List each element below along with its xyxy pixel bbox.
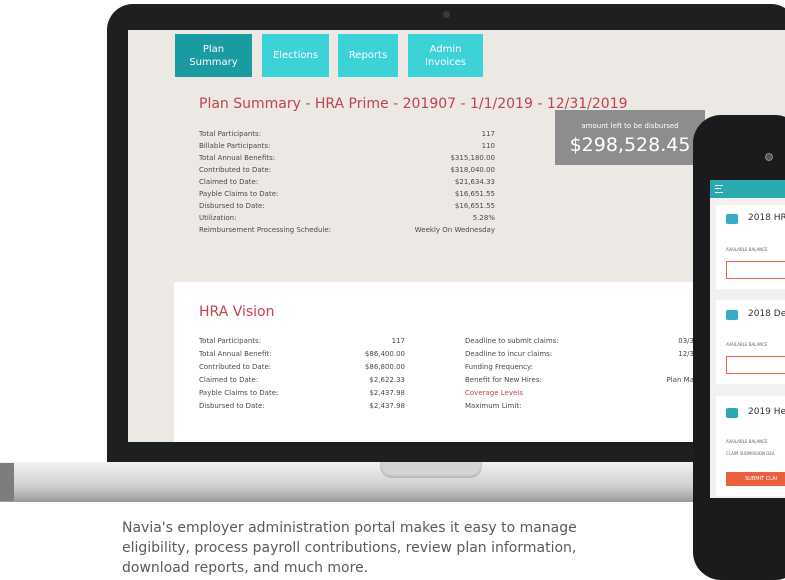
plan-summary-row-value: $318,040.00 (450, 166, 495, 174)
phone-camera (765, 153, 773, 161)
hra-vision-row-label: Funding Frequency: (465, 363, 534, 371)
plan-summary-row-label: Reimbursement Processing Schedule: (199, 226, 331, 234)
tab-admin-invoices[interactable]: Admin Invoices (408, 34, 483, 77)
hra-vision-row-label: Maximum Limit: (465, 402, 522, 410)
hra-vision-row-label: Total Participants: (199, 337, 262, 345)
phone-card-claim-deadline-label: CLAIM SUBMISSION DEA (726, 451, 775, 456)
phone-card-2018-dependent[interactable]: 2018 De AVAILABLE BALANCE (716, 300, 785, 384)
laptop-notch (380, 462, 482, 478)
laptop-base-edge (0, 463, 14, 501)
hra-vision-row-label: Benefit for New Hires: (465, 376, 542, 384)
plan-summary-row-value: 117 (481, 130, 495, 138)
phone-card-balance-label: AVAILABLE BALANCE (726, 439, 768, 444)
hra-vision-row-value: $2,622.33 (369, 376, 405, 384)
phone-card-title: 2018 HR (748, 213, 785, 223)
plan-summary-row-label: Utilization: (199, 214, 237, 222)
amount-left-box: amount left to be disbursed $298,528.45 (555, 110, 705, 165)
laptop-camera (443, 11, 450, 18)
plan-summary-row-label: Claimed to Date: (199, 178, 259, 186)
coverage-levels-link[interactable]: Coverage Levels (465, 389, 523, 397)
phone-card-title: 2019 He (748, 407, 785, 417)
plan-summary-row-label: Total Annual Benefits: (199, 154, 276, 162)
phone-app-header (710, 180, 785, 198)
phone-card-balance-label: AVAILABLE BALANCE (726, 247, 768, 252)
menu-icon[interactable] (715, 185, 723, 193)
phone-card-title: 2018 De (748, 309, 785, 319)
health-plus-icon (726, 408, 738, 418)
hra-vision-row-label: Claimed to Date: (199, 376, 259, 384)
plan-summary-row-label: Payble Claims to Date: (199, 190, 279, 198)
plan-summary-row-label: Billable Participants: (199, 142, 271, 150)
laptop-screen: Plan Summary Elections Reports Admin Inv… (128, 30, 785, 442)
phone-card-2018-hra[interactable]: 2018 HR AVAILABLE BALANCE (716, 205, 785, 289)
hra-vision-row-value: $86,400.00 (364, 350, 405, 358)
amount-left-value: $298,528.45 (569, 134, 691, 156)
submit-claim-button[interactable]: SUBMIT CLAI (726, 472, 785, 486)
hra-vision-title: HRA Vision (199, 304, 275, 320)
hra-vision-row-label: Contributed to Date: (199, 363, 272, 371)
hra-vision-row-label: Deadline to submit claims: (465, 337, 559, 345)
plan-summary-row-value: $16,651.55 (454, 202, 495, 210)
plan-summary-row-value: $16,651.55 (454, 190, 495, 198)
hra-vision-row-value: 12/3 (678, 350, 694, 358)
plan-summary-row-label: Disbursed to Date: (199, 202, 265, 210)
hra-vision-row-value: $2,437.98 (369, 402, 405, 410)
benefit-icon (726, 214, 738, 224)
plan-summary-row-value: 5.28% (472, 214, 495, 222)
hra-vision-row-value: 03/3 (678, 337, 694, 345)
phone-card-balance-label: AVAILABLE BALANCE (726, 342, 768, 347)
phone-card-balance-field[interactable] (726, 261, 785, 279)
hra-vision-row-label: Disbursed to Date: (199, 402, 265, 410)
amount-left-label: amount left to be disbursed (581, 122, 679, 130)
phone-card-balance-field[interactable] (726, 356, 785, 374)
hra-vision-row-value: 117 (391, 337, 405, 345)
plan-summary-row-value: 110 (481, 142, 495, 150)
caption-text: Navia's employer administration portal m… (122, 520, 577, 576)
hra-vision-row-value: Plan Ma (666, 376, 694, 384)
hra-vision-row-value: $86,800.00 (364, 363, 405, 371)
plan-summary-row-label: Contributed to Date: (199, 166, 272, 174)
hra-vision-row-label: Payble Claims to Date: (199, 389, 279, 397)
plan-summary-row-value: Weekly On Wednesday (414, 226, 495, 234)
plan-summary-row-value: $315,180.00 (450, 154, 495, 162)
hra-vision-row-label: Total Annual Benefit: (199, 350, 272, 358)
tab-plan-summary[interactable]: Plan Summary (175, 34, 252, 77)
phone-screen: 2018 HR AVAILABLE BALANCE 2018 De AVAILA… (710, 180, 785, 498)
phone-card-2019-health[interactable]: 2019 He AVAILABLE BALANCE CLAIM SUBMISSI… (716, 396, 785, 496)
benefit-icon (726, 310, 738, 320)
hra-vision-row-value: $2,437.98 (369, 389, 405, 397)
tab-reports[interactable]: Reports (338, 34, 398, 77)
tab-elections[interactable]: Elections (262, 34, 329, 77)
hra-vision-row-label: Deadline to incur claims: (465, 350, 553, 358)
plan-summary-row-label: Total Participants: (199, 130, 262, 138)
plan-summary-row-value: $21,634.33 (454, 178, 495, 186)
